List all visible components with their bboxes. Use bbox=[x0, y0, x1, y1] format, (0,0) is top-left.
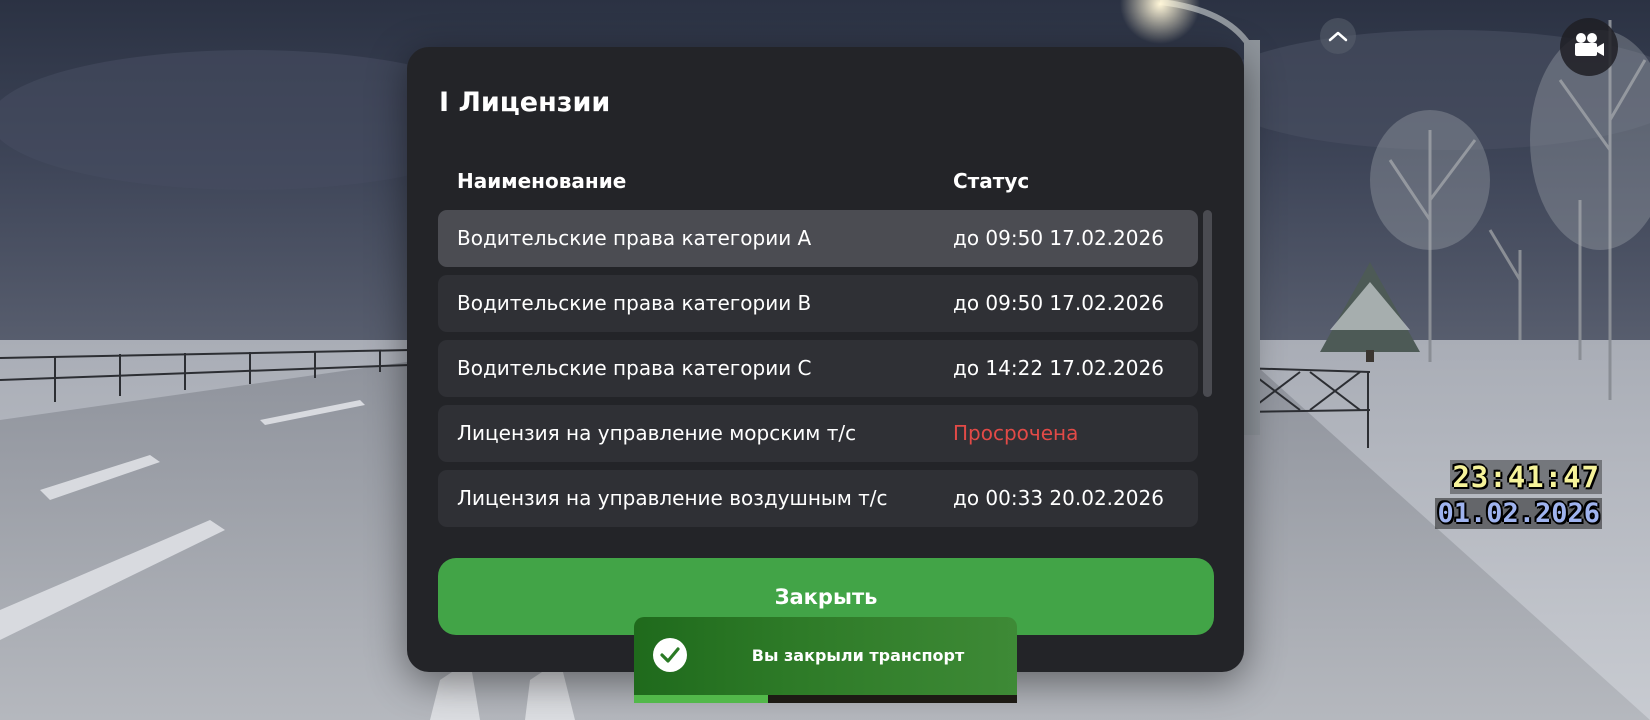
check-icon bbox=[653, 638, 687, 672]
license-status: до 14:22 17.02.2026 bbox=[953, 356, 1164, 380]
licenses-list[interactable]: Водительские права категории A до 09:50 … bbox=[438, 210, 1198, 570]
license-status: до 09:50 17.02.2026 bbox=[953, 291, 1164, 315]
video-camera-icon bbox=[1573, 32, 1605, 62]
column-header-status: Статус bbox=[953, 169, 1030, 193]
license-name: Лицензия на управление морским т/с bbox=[457, 421, 857, 445]
license-row[interactable]: Водительские права категории A до 09:50 … bbox=[438, 210, 1198, 267]
modal-title: I Лицензии bbox=[439, 87, 611, 118]
license-name: Водительские права категории A bbox=[457, 226, 812, 250]
notification-progress-fill bbox=[634, 695, 769, 703]
license-row[interactable]: Водительские права категории B до 09:50 … bbox=[438, 275, 1198, 332]
notification-progress bbox=[634, 695, 1017, 703]
license-row[interactable]: Лицензия на управление морским т/с Проср… bbox=[438, 405, 1198, 462]
column-header-name: Наименование bbox=[457, 169, 627, 193]
license-row[interactable]: Водительские права категории C до 14:22 … bbox=[438, 340, 1198, 397]
license-name: Лицензия на управление воздушным т/с bbox=[457, 486, 888, 510]
notification-toast: Вы закрыли транспорт bbox=[634, 617, 1017, 703]
hud-clock-time: 23:41:47 bbox=[1450, 460, 1602, 494]
license-row[interactable]: Лицензия на управление воздушным т/с до … bbox=[438, 470, 1198, 527]
chevron-up-icon bbox=[1328, 27, 1348, 46]
license-name: Водительские права категории C bbox=[457, 356, 812, 380]
license-name: Водительские права категории B bbox=[457, 291, 812, 315]
licenses-modal: I Лицензии Наименование Статус Водительс… bbox=[407, 47, 1244, 672]
collapse-button[interactable] bbox=[1320, 18, 1356, 54]
license-status: до 00:33 20.02.2026 bbox=[953, 486, 1164, 510]
license-status: Просрочена bbox=[953, 421, 1079, 445]
camera-button[interactable] bbox=[1560, 18, 1618, 76]
license-status: до 09:50 17.02.2026 bbox=[953, 226, 1164, 250]
notification-text: Вы закрыли транспорт bbox=[751, 646, 965, 665]
list-scrollbar[interactable] bbox=[1203, 210, 1212, 570]
hud-clock-date: 01.02.2026 bbox=[1435, 498, 1602, 529]
list-scrollbar-thumb[interactable] bbox=[1203, 210, 1212, 397]
